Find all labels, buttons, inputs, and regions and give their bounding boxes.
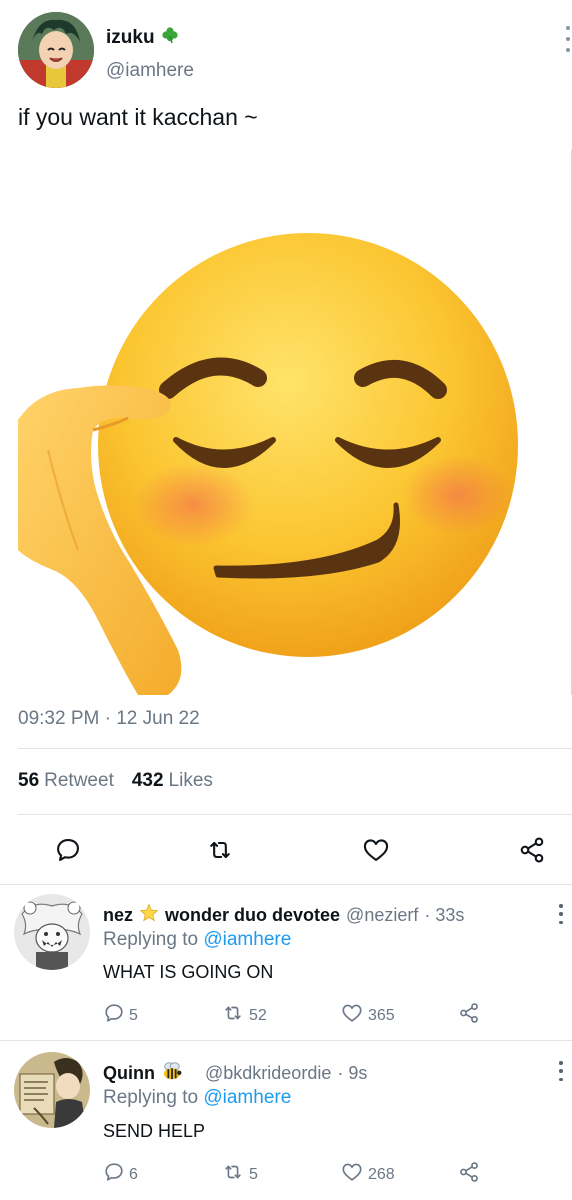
reply-tweet[interactable]: nez wonder duo devotee @nezierf · 33s Re… <box>0 885 572 1035</box>
reply-text: WHAT IS GOING ON <box>103 962 274 982</box>
reply-time: · 9s <box>337 1063 368 1083</box>
share-icon <box>457 1161 481 1188</box>
reply-icon <box>103 1161 125 1188</box>
heart-icon <box>340 1002 364 1029</box>
smirking-emoji-icon <box>18 233 518 695</box>
likes-stat[interactable]: 432 Likes <box>132 770 213 792</box>
author-handle[interactable]: @iamhere <box>106 60 194 82</box>
tweet-media-image[interactable] <box>18 150 572 695</box>
reply-like-button[interactable]: 365 <box>340 1002 395 1029</box>
reply-author-name[interactable]: nez <box>103 905 133 926</box>
reply-meta: nez wonder duo devotee @nezierf · 33s <box>103 903 464 928</box>
replying-to: Replying to @iamhere <box>103 929 292 950</box>
heart-icon <box>340 1161 364 1188</box>
reply-avatar[interactable] <box>14 894 90 970</box>
tweet-header: izuku @iamhere <box>18 12 570 92</box>
retweet-icon <box>221 1002 245 1029</box>
replying-to-mention[interactable]: @iamhere <box>203 929 291 950</box>
retweet-icon <box>221 1161 245 1188</box>
reply-text: SEND HELP <box>103 1121 206 1141</box>
retweet-icon[interactable] <box>202 832 238 868</box>
reply-share-button[interactable] <box>457 1161 481 1188</box>
clover-icon <box>161 26 179 49</box>
reply-action-bar: 5 52 365 <box>103 1002 503 1032</box>
retweets-stat[interactable]: 56 Retweet <box>18 770 114 792</box>
author-display-name[interactable]: izuku <box>106 26 179 49</box>
heart-icon[interactable] <box>358 832 394 868</box>
reply-share-button[interactable] <box>457 1002 481 1029</box>
bee-icon <box>161 1061 183 1086</box>
star-icon <box>139 903 159 928</box>
tweet-timestamp[interactable]: 09:32 PM · 12 Jun 22 <box>18 708 200 730</box>
reply-time: · 33s <box>424 905 465 925</box>
reply-avatar[interactable] <box>14 1052 90 1128</box>
reply-meta: Quinn @bkdkrideordie · 9s <box>103 1061 367 1086</box>
reply-author-handle[interactable]: @nezierf <box>346 905 418 926</box>
reply-author-name-suffix[interactable]: wonder duo devotee <box>165 905 340 926</box>
reply-action-bar: 6 5 268 <box>103 1161 503 1191</box>
tweet-text: if you want it kacchan ~ <box>18 104 258 130</box>
tweet-stats: 56 Retweet 432 Likes <box>18 770 213 792</box>
replying-to-mention[interactable]: @iamhere <box>203 1087 291 1108</box>
author-name: izuku <box>106 26 155 48</box>
reply-icon <box>103 1002 125 1029</box>
reply-icon[interactable] <box>50 832 86 868</box>
reply-tweet[interactable]: Quinn @bkdkrideordie · 9s Replying to @i… <box>0 1041 572 1191</box>
more-options-icon[interactable] <box>564 26 572 52</box>
tweet-action-bar <box>0 832 572 872</box>
share-icon <box>457 1002 481 1029</box>
replying-to: Replying to @iamhere <box>103 1087 292 1108</box>
reply-retweet-button[interactable]: 5 <box>221 1161 258 1188</box>
reply-author-handle[interactable]: @bkdkrideordie <box>205 1063 331 1084</box>
more-options-icon[interactable] <box>558 904 564 924</box>
reply-reply-button[interactable]: 6 <box>103 1161 138 1188</box>
reply-reply-button[interactable]: 5 <box>103 1002 138 1029</box>
author-avatar[interactable] <box>18 12 94 88</box>
reply-author-name[interactable]: Quinn <box>103 1063 155 1084</box>
reply-like-button[interactable]: 268 <box>340 1161 395 1188</box>
divider <box>18 748 572 749</box>
divider <box>18 814 572 815</box>
reply-retweet-button[interactable]: 52 <box>221 1002 267 1029</box>
more-options-icon[interactable] <box>558 1061 564 1081</box>
share-icon[interactable] <box>514 832 550 868</box>
